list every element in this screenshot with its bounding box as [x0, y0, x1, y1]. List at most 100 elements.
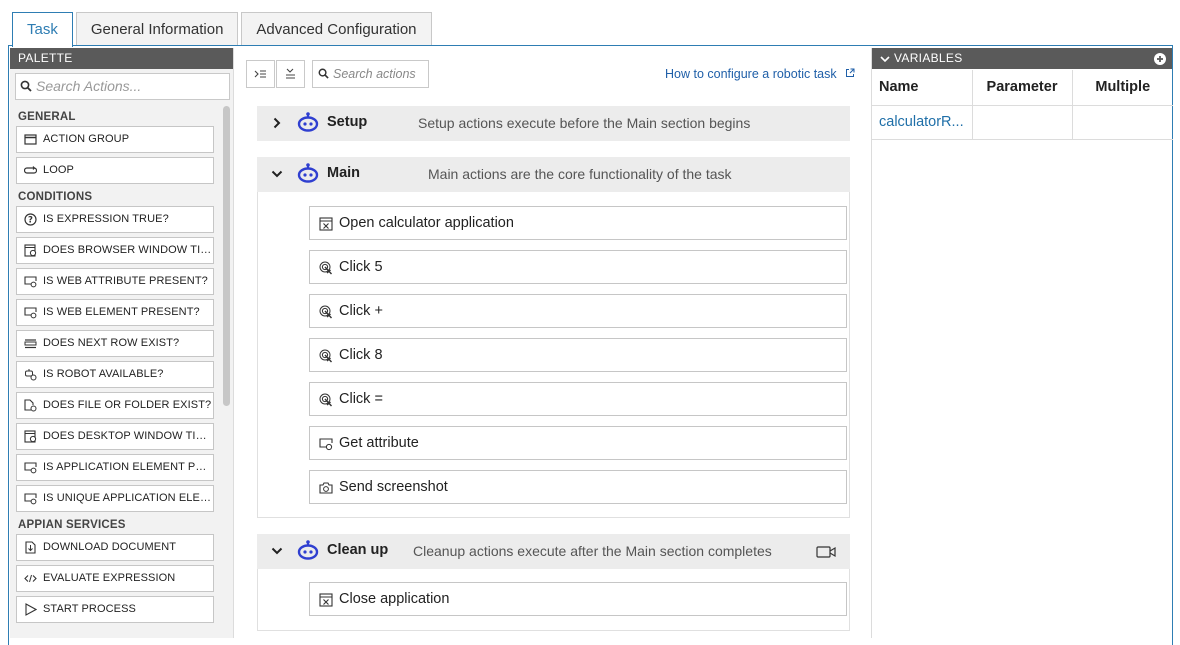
- action-click-8[interactable]: Click 8: [309, 338, 847, 372]
- desktop-window-icon: [24, 430, 37, 443]
- tab-advanced-configuration[interactable]: Advanced Configuration: [241, 12, 432, 46]
- palette-item-download-document[interactable]: DOWNLOAD DOCUMENT: [16, 534, 214, 561]
- chevron-down-icon: [880, 56, 890, 63]
- action-label: Open calculator application: [339, 215, 514, 231]
- palette-section-conditions: CONDITIONS: [18, 191, 93, 203]
- action-close-application[interactable]: Close application: [309, 582, 847, 616]
- column-header-parameter[interactable]: Parameter: [971, 70, 1072, 106]
- palette-section-general: GENERAL: [18, 111, 76, 123]
- palette-title: PALETTE: [10, 48, 233, 69]
- setup-section-description: Setup actions execute before the Main se…: [418, 115, 751, 131]
- table-row[interactable]: calculatorR...: [872, 105, 1173, 140]
- camera-icon: [319, 482, 333, 494]
- action-open-calculator[interactable]: Open calculator application: [309, 206, 847, 240]
- palette-item-label: DOES NEXT ROW EXIST?: [43, 337, 180, 349]
- palette-item-next-row-exist[interactable]: DOES NEXT ROW EXIST?: [16, 330, 214, 357]
- application-element-icon: [24, 462, 37, 474]
- column-header-multiple[interactable]: Multiple: [1071, 70, 1173, 106]
- main-section-header[interactable]: Main Main actions are the core functiona…: [257, 157, 850, 192]
- variable-multiple: [1071, 105, 1173, 140]
- palette-search-placeholder: Search Actions...: [36, 78, 142, 94]
- robot-icon: [297, 163, 319, 183]
- main-section-title: Main: [327, 165, 361, 181]
- cleanup-section-description: Cleanup actions execute after the Main s…: [413, 543, 772, 559]
- search-icon: [318, 68, 329, 79]
- action-click-equals[interactable]: Click =: [309, 382, 847, 416]
- close-application-icon: [319, 217, 333, 231]
- code-icon: [24, 574, 37, 583]
- question-circle-icon: ?: [24, 213, 37, 226]
- palette-item-desktop-window-title[interactable]: DOES DESKTOP WINDOW TITLE ...: [16, 423, 214, 450]
- palette-item-unique-application-element[interactable]: IS UNIQUE APPLICATION ELEME...: [16, 485, 214, 512]
- setup-section-header[interactable]: Setup Setup actions execute before the M…: [257, 106, 850, 141]
- click-icon: [319, 261, 333, 275]
- web-element-icon: [24, 307, 37, 319]
- palette-item-loop[interactable]: LOOP: [16, 157, 214, 184]
- palette-item-web-attribute-present[interactable]: IS WEB ATTRIBUTE PRESENT?: [16, 268, 214, 295]
- variables-title: VARIABLES: [894, 51, 963, 65]
- main-section-description: Main actions are the core functionality …: [428, 166, 732, 182]
- palette-item-application-element-present[interactable]: IS APPLICATION ELEMENT PRES...: [16, 454, 214, 481]
- setup-section-title: Setup: [327, 114, 368, 130]
- collapse-all-button[interactable]: [276, 60, 305, 88]
- column-header-name[interactable]: Name: [872, 70, 972, 106]
- loop-icon: [24, 166, 37, 174]
- palette-search-input[interactable]: Search Actions...: [15, 73, 230, 100]
- tab-task[interactable]: Task: [12, 12, 73, 47]
- add-variable-icon[interactable]: [1154, 53, 1166, 65]
- howto-link[interactable]: How to configure a robotic task: [665, 67, 855, 81]
- action-click-plus[interactable]: Click +: [309, 294, 847, 328]
- variables-header[interactable]: VARIABLES: [872, 48, 1172, 69]
- palette-item-web-element-present[interactable]: IS WEB ELEMENT PRESENT?: [16, 299, 214, 326]
- application-element-icon: [24, 493, 37, 505]
- file-check-icon: [24, 399, 37, 412]
- howto-link-label: How to configure a robotic task: [665, 67, 837, 81]
- action-label: Close application: [339, 591, 450, 607]
- click-icon: [319, 393, 333, 407]
- palette-item-label: EVALUATE EXPRESSION: [43, 572, 176, 584]
- expand-all-icon: [254, 70, 266, 78]
- action-label: Get attribute: [339, 435, 419, 451]
- palette-item-action-group[interactable]: ACTION GROUP: [16, 126, 214, 153]
- browser-window-icon: [24, 244, 37, 257]
- expand-all-button[interactable]: [246, 60, 275, 88]
- palette-item-label: DOWNLOAD DOCUMENT: [43, 541, 177, 553]
- robot-icon: [297, 540, 319, 560]
- robot-icon: [25, 369, 37, 381]
- action-label: Click +: [339, 303, 383, 319]
- close-application-icon: [319, 593, 333, 607]
- variable-name-link[interactable]: calculatorR...: [872, 105, 972, 140]
- palette-item-label: IS UNIQUE APPLICATION ELEME...: [43, 492, 214, 504]
- play-icon: [25, 603, 37, 616]
- actions-search-placeholder: Search actions: [333, 67, 416, 81]
- action-send-screenshot[interactable]: Send screenshot: [309, 470, 847, 504]
- chevron-down-icon: [271, 547, 283, 555]
- palette-item-label: IS EXPRESSION TRUE?: [43, 213, 169, 225]
- variables-panel: VARIABLES Name Parameter Multiple calcul…: [871, 48, 1173, 638]
- action-group-icon: [24, 134, 37, 145]
- palette-item-label: IS ROBOT AVAILABLE?: [43, 368, 164, 380]
- palette-item-is-expression-true[interactable]: ? IS EXPRESSION TRUE?: [16, 206, 214, 233]
- action-label: Click 8: [339, 347, 383, 363]
- video-camera-icon[interactable]: [816, 545, 836, 559]
- action-click-5[interactable]: Click 5: [309, 250, 847, 284]
- click-icon: [319, 349, 333, 363]
- palette-item-label: IS APPLICATION ELEMENT PRES...: [43, 461, 214, 473]
- palette-scrollbar[interactable]: [223, 106, 230, 406]
- actions-search-input[interactable]: Search actions: [312, 60, 429, 88]
- palette-item-browser-window-title[interactable]: DOES BROWSER WINDOW TITLE...: [16, 237, 214, 264]
- web-element-icon: [24, 276, 37, 288]
- cleanup-section-title: Clean up: [327, 542, 389, 558]
- palette-item-evaluate-expression[interactable]: EVALUATE EXPRESSION: [16, 565, 214, 592]
- palette-item-start-process[interactable]: START PROCESS: [16, 596, 214, 623]
- cleanup-section-header[interactable]: Clean up Cleanup actions execute after t…: [257, 534, 850, 569]
- palette-list: GENERAL ACTION GROUP LOOP CONDITIONS ? I…: [10, 104, 228, 627]
- palette-item-robot-available[interactable]: IS ROBOT AVAILABLE?: [16, 361, 214, 388]
- palette-item-label: START PROCESS: [43, 603, 136, 615]
- action-get-attribute[interactable]: Get attribute: [309, 426, 847, 460]
- palette-item-file-folder-exist[interactable]: DOES FILE OR FOLDER EXIST?: [16, 392, 214, 419]
- action-label: Click 5: [339, 259, 383, 275]
- svg-text:?: ?: [28, 216, 33, 226]
- palette-item-label: DOES FILE OR FOLDER EXIST?: [43, 399, 212, 411]
- tab-general-information[interactable]: General Information: [75, 12, 239, 46]
